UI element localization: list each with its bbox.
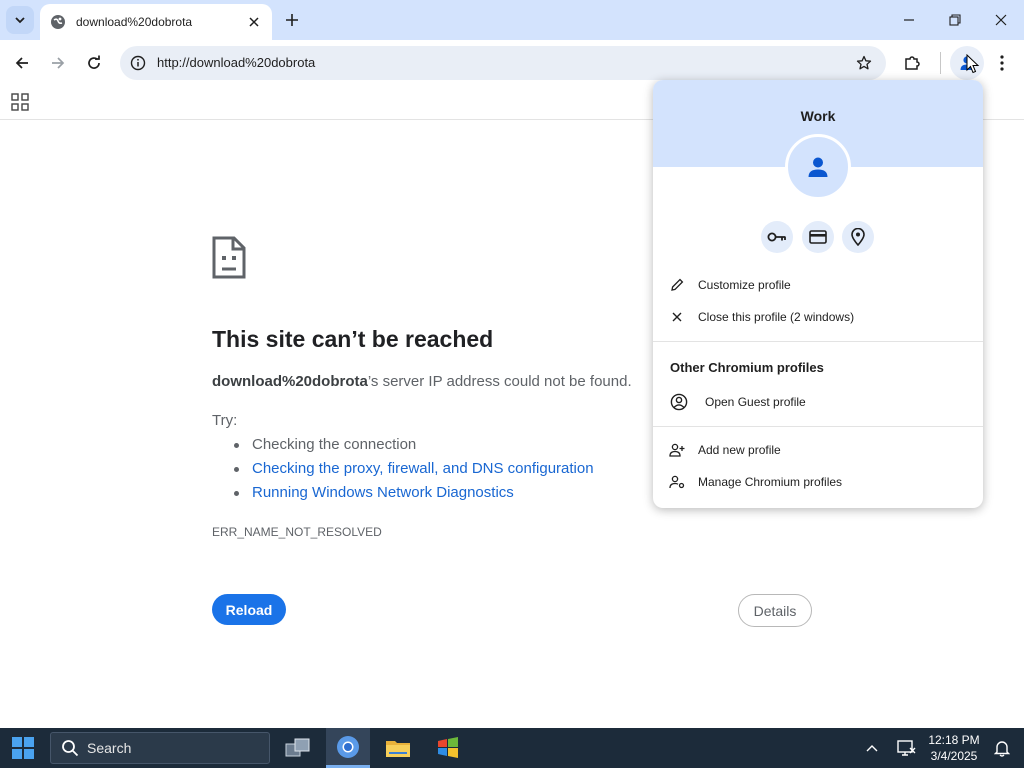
tab-close-icon[interactable]: [246, 14, 262, 30]
guest-avatar-icon: [669, 392, 689, 412]
other-profiles-heading: Other Chromium profiles: [670, 360, 824, 375]
payment-methods-button[interactable]: [802, 221, 834, 253]
search-icon: [62, 740, 79, 757]
details-button[interactable]: Details: [738, 594, 812, 627]
arrow-left-icon: [15, 57, 28, 69]
taskbar-file-explorer-button[interactable]: [376, 728, 420, 768]
extensions-button[interactable]: [897, 48, 927, 78]
profile-name: Work: [800, 108, 836, 124]
globe-icon: [51, 15, 65, 29]
open-guest-profile-item[interactable]: Open Guest profile: [653, 387, 983, 417]
network-icon: [897, 740, 916, 756]
toolbar-divider: [940, 52, 941, 74]
reload-button[interactable]: Reload: [212, 594, 286, 625]
add-profile-item[interactable]: Add new profile: [653, 435, 983, 465]
open-guest-profile-label: Open Guest profile: [705, 395, 806, 409]
close-icon: [995, 14, 1007, 26]
mouse-cursor-icon: [966, 54, 980, 74]
browser-menu-button[interactable]: [987, 48, 1017, 78]
chevron-down-icon: [15, 17, 25, 24]
error-code: ERR_NAME_NOT_RESOLVED: [212, 525, 382, 539]
passwords-button[interactable]: [761, 221, 793, 253]
error-description-suffix: ’s server IP address could not be found.: [367, 373, 632, 390]
arrow-right-icon: [52, 57, 65, 69]
network-button[interactable]: [886, 728, 926, 768]
bookmark-star-icon[interactable]: [854, 53, 874, 73]
plus-icon: [286, 14, 298, 26]
person-icon: [808, 157, 828, 177]
close-window-button[interactable]: [978, 0, 1024, 40]
windows-start-icon[interactable]: [12, 737, 34, 759]
menu-divider: [653, 341, 983, 342]
puzzle-icon: [905, 56, 920, 70]
url-text[interactable]: http://download%20dobrota: [157, 55, 315, 70]
more-vertical-icon: [1000, 55, 1004, 71]
error-host: download%20dobrota: [212, 373, 368, 390]
notifications-button[interactable]: [984, 728, 1020, 768]
close-icon: [669, 309, 685, 325]
manage-profiles-icon: [669, 474, 685, 490]
suggestion-link-diagnostics[interactable]: Running Windows Network Diagnostics: [234, 484, 594, 508]
taskbar-search-label: Search: [87, 740, 132, 756]
suggestion-link-proxy[interactable]: Checking the proxy, firewall, and DNS co…: [234, 460, 594, 484]
chromium-icon: [337, 735, 359, 758]
back-button[interactable]: [7, 48, 37, 78]
close-profile-label: Close this profile (2 windows): [698, 310, 855, 324]
key-icon: [767, 232, 786, 242]
tab-search-button[interactable]: [6, 6, 34, 34]
profile-button[interactable]: [950, 46, 984, 80]
folder-icon: [386, 741, 410, 757]
credit-card-icon: [809, 230, 827, 244]
bell-icon: [994, 741, 1010, 757]
restore-icon: [949, 14, 961, 26]
suggestion-item: Checking the connection: [234, 436, 594, 460]
avatar: [785, 134, 851, 200]
manage-profiles-item[interactable]: Manage Chromium profiles: [653, 467, 983, 497]
chevron-up-icon: [866, 745, 878, 752]
restore-button[interactable]: [932, 0, 978, 40]
tab-strip: download%20dobrota: [0, 0, 1024, 40]
task-view-icon: [285, 738, 310, 757]
refresh-icon: [88, 55, 100, 69]
windows-flag-icon: [438, 737, 458, 758]
suggestions-list: Checking the connection Checking the pro…: [234, 436, 594, 508]
customize-profile-item[interactable]: Customize profile: [653, 270, 983, 300]
browser-tab[interactable]: download%20dobrota: [40, 4, 272, 40]
taskbar-chromium-button[interactable]: [326, 728, 370, 768]
add-profile-label: Add new profile: [698, 443, 781, 457]
taskbar-search-box[interactable]: Search: [50, 732, 270, 764]
taskbar-app-button[interactable]: [426, 728, 470, 768]
menu-divider: [653, 426, 983, 427]
minimize-button[interactable]: [886, 0, 932, 40]
clock-time: 12:18 PM: [928, 733, 980, 747]
manage-profiles-label: Manage Chromium profiles: [698, 475, 843, 489]
sad-page-icon: [212, 236, 246, 279]
error-description: download%20dobrota’s server IP address c…: [212, 373, 632, 390]
taskbar: Search 12:18 PM 3/4/2025: [0, 728, 1024, 768]
new-tab-button[interactable]: [280, 8, 304, 32]
address-bar[interactable]: http://download%20dobrota: [120, 46, 886, 80]
forward-button[interactable]: [43, 48, 73, 78]
add-person-icon: [669, 442, 685, 458]
close-profile-item[interactable]: Close this profile (2 windows): [653, 302, 983, 332]
taskbar-clock[interactable]: 12:18 PM 3/4/2025: [924, 732, 984, 764]
profile-menu: Work Customize profile Close this profil…: [653, 80, 983, 508]
apps-grid-icon[interactable]: [10, 92, 30, 112]
pencil-icon: [669, 277, 685, 293]
addresses-button[interactable]: [842, 221, 874, 253]
tab-title: download%20dobrota: [76, 15, 193, 29]
location-pin-icon: [851, 228, 865, 246]
try-label: Try:: [212, 412, 238, 429]
reload-toolbar-button[interactable]: [79, 48, 109, 78]
info-icon[interactable]: [128, 53, 148, 73]
error-title: This site can’t be reached: [212, 326, 494, 352]
customize-profile-label: Customize profile: [698, 278, 791, 292]
minimize-icon: [904, 19, 914, 21]
task-view-button[interactable]: [276, 728, 320, 768]
clock-date: 3/4/2025: [930, 749, 978, 763]
